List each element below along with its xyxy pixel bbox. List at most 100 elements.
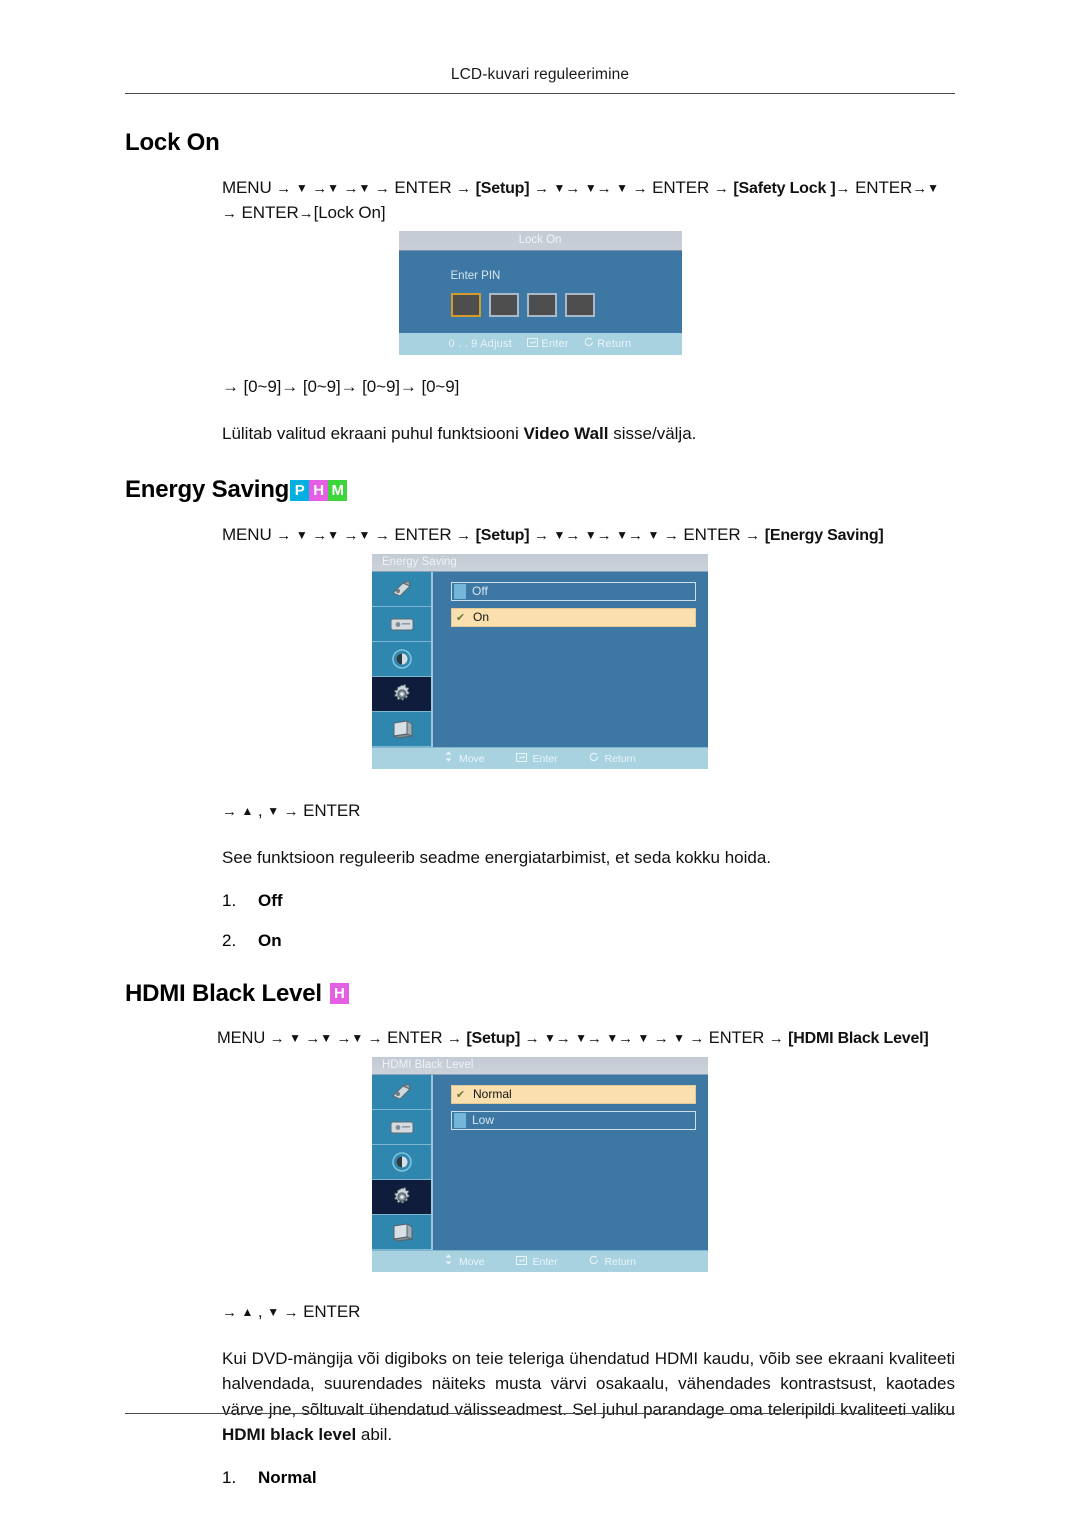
sidebar-item-setup[interactable] <box>372 1179 431 1215</box>
hdmi-osd-wrap: HDMI Black Level ✔ Normal Low Move Enter… <box>125 1056 955 1272</box>
energy-saving-osd: Energy Saving Off ✔ On Move Enter Return <box>372 553 708 769</box>
option-unselected-marker <box>454 583 466 599</box>
footer-return-label: Return <box>604 1255 636 1268</box>
path-hdmi-token: [HDMI Black Level] <box>788 1029 929 1047</box>
option-label: Off <box>472 584 488 599</box>
energy-saving-osd-wrap: Energy Saving Off ✔ On Move Enter Return <box>125 553 955 769</box>
path-setup-token: [Setup] <box>475 180 530 198</box>
badge-p-icon: P <box>290 479 310 501</box>
osd-title-energy-saving: Energy Saving <box>372 553 708 572</box>
sidebar-item-setup[interactable] <box>372 676 431 712</box>
path-lock-on-token: Lock On <box>318 203 381 223</box>
section-title-lock-on: Lock On <box>125 129 955 156</box>
enter-pin-label: Enter PIN <box>450 270 501 283</box>
picture-icon <box>391 1083 411 1100</box>
path-menu-label: MENU <box>222 525 272 545</box>
video-wall-bold: Video Wall <box>523 424 609 444</box>
sound-icon <box>390 1121 413 1134</box>
footer-move-label: Move <box>458 1255 485 1268</box>
osd-option-normal[interactable]: ✔ Normal <box>451 1084 696 1104</box>
lock-on-dialog-title: Lock On <box>398 231 682 252</box>
setup-gear-icon <box>393 1186 410 1204</box>
feature-badges-energy-saving: P H M <box>290 479 348 501</box>
contrast-icon <box>391 1151 412 1172</box>
document-page: LCD-kuvari reguleerimine Lock On MENU → … <box>0 0 1080 1527</box>
osd-content-hdmi: ✔ Normal Low <box>433 1075 708 1250</box>
sidebar-item-multi-control[interactable] <box>372 711 431 747</box>
path-safety-lock-token: [Safety Lock ] <box>733 180 836 198</box>
sidebar-item-contrast[interactable] <box>372 641 431 677</box>
footer-move-group: Move <box>444 1254 488 1268</box>
lock-on-after-block: → [0~9]→ [0~9]→ [0~9]→ [0~9] Lülitab val… <box>222 375 955 447</box>
path-setup-token: [Setup] <box>466 1029 521 1047</box>
osd-option-low[interactable]: Low <box>451 1110 696 1130</box>
footer-move-group: Move <box>444 751 488 765</box>
footer-return-group: Return <box>589 1255 636 1268</box>
hdmi-after-block: → ▲ , ▼ → ENTER Kui DVD-mängija või digi… <box>222 1300 955 1488</box>
path-enter-label-2: ENTER <box>708 1028 765 1047</box>
running-head: LCD-kuvari reguleerimine <box>450 66 630 83</box>
setup-gear-icon <box>393 683 410 701</box>
return-arrow-icon <box>584 337 593 347</box>
hdmi-black-level-bold: HDMI black level <box>222 1425 357 1445</box>
footer-rule <box>125 1413 955 1414</box>
option-unselected-marker <box>454 1112 466 1128</box>
osd-main-energy-saving: Off ✔ On <box>372 571 708 747</box>
badge-h-icon: H <box>309 479 329 501</box>
path-setup-token: [Setup] <box>475 527 530 545</box>
energy-saving-after-block: → ▲ , ▼ → ENTER See funktsioon reguleeri… <box>222 799 955 951</box>
sidebar-item-picture[interactable] <box>372 1074 431 1110</box>
list-item-number: 1. <box>222 1467 237 1487</box>
pin-digit-box-1[interactable] <box>450 293 481 318</box>
pin-entry-row[interactable] <box>450 293 682 318</box>
pin-digit-box-3[interactable] <box>526 293 557 318</box>
pin-digit-box-4[interactable] <box>564 293 595 318</box>
osd-footer-hdmi: Move Enter Return <box>372 1249 708 1272</box>
hdmi-black-level-osd: HDMI Black Level ✔ Normal Low Move Enter… <box>372 1056 708 1272</box>
hdmi-description-post: abil. <box>356 1425 393 1445</box>
section-title-energy-saving: Energy Saving P H M <box>125 475 955 503</box>
section-title-text: Lock On <box>125 129 220 156</box>
osd-option-off[interactable]: Off <box>451 581 696 601</box>
osd-option-on[interactable]: ✔ On <box>451 607 696 627</box>
move-updown-icon <box>445 751 452 762</box>
list-item: 2. On <box>222 931 955 951</box>
list-item: 1. Off <box>222 891 955 911</box>
sidebar-item-multi-control[interactable] <box>372 1214 431 1250</box>
footer-enter-group: Enter <box>527 338 572 350</box>
list-item-label: Off <box>258 890 283 910</box>
sidebar-item-sound[interactable] <box>372 606 431 642</box>
nav-enter-label: ENTER <box>303 800 361 820</box>
multi-control-icon <box>391 720 414 739</box>
enter-key-icon <box>515 752 527 762</box>
footer-enter-label: Enter <box>532 1255 558 1268</box>
osd-content-energy-saving: Off ✔ On <box>433 572 708 747</box>
footer-return-group: Return <box>589 752 636 765</box>
option-label: Normal <box>473 1087 512 1102</box>
lock-on-dialog: Lock On Enter PIN 0 . . 9 Adjust Enter R… <box>398 231 682 356</box>
path-enter-label-1: ENTER <box>394 525 452 545</box>
nav-enter-label: ENTER <box>303 1301 361 1321</box>
path-energy-saving-token: [Energy Saving] <box>764 527 884 545</box>
hdmi-option-list: 1. Normal <box>222 1468 955 1488</box>
sidebar-item-sound[interactable] <box>372 1109 431 1145</box>
pin-digit-box-2[interactable] <box>488 293 519 318</box>
footer-return-label: Return <box>604 752 636 765</box>
path-enter-label-2: ENTER <box>683 525 741 545</box>
digits-sequence-line: → [0~9]→ [0~9]→ [0~9]→ [0~9] <box>222 377 460 397</box>
lock-on-dialog-body: Enter PIN <box>398 251 682 334</box>
footer-return-group: Return <box>584 337 631 350</box>
option-label: Low <box>472 1113 495 1128</box>
return-arrow-icon <box>589 752 598 762</box>
lock-on-dialog-wrap: Lock On Enter PIN 0 . . 9 Adjust Enter R… <box>125 231 955 356</box>
nav-line-energy-saving: → ▲ , ▼ → ENTER <box>222 800 361 820</box>
enter-key-icon <box>515 1255 527 1265</box>
footer-enter-group: Enter <box>515 752 561 765</box>
list-item: 1. Normal <box>222 1468 955 1488</box>
sidebar-item-picture[interactable] <box>372 571 431 607</box>
section-title-text: Energy Saving <box>125 475 290 503</box>
lock-on-block: MENU → ▼ →▼ →▼ → ENTER → [Setup] → ▼→ ▼→… <box>222 176 955 225</box>
sidebar-item-contrast[interactable] <box>372 1144 431 1180</box>
energy-saving-option-list: 1. Off 2. On <box>222 891 955 951</box>
path-menu-label: MENU <box>217 1028 266 1047</box>
